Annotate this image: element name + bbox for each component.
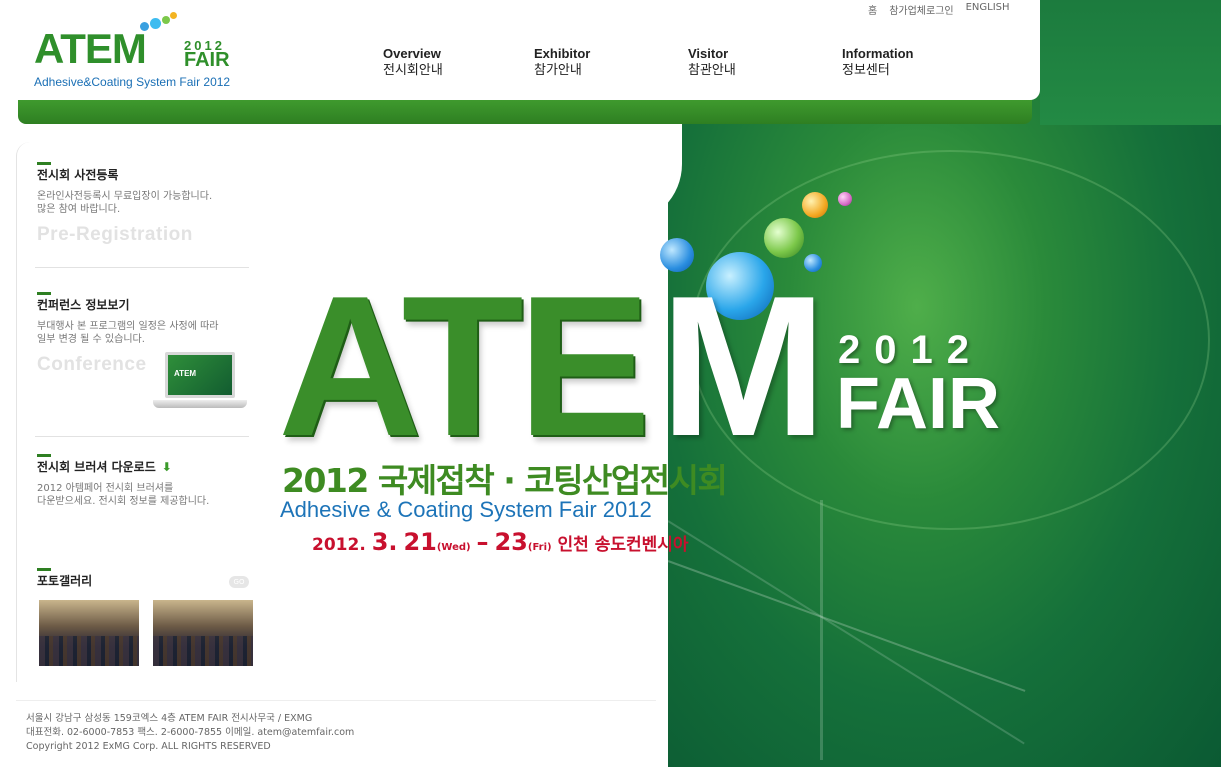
hero-brand-white: M: [660, 255, 827, 478]
desc-line: 다운받으세요. 전시회 정보를 제공합니다.: [37, 496, 210, 507]
gnb-information[interactable]: Information 정보센터: [842, 46, 914, 80]
sidebar: 전시회 사전등록 온라인사전등록시 무료입장이 가능합니다. 많은 참여 바랍니…: [16, 142, 253, 682]
utility-nav: 홈 참가업체로그인 ENGLISH: [868, 2, 1010, 17]
footer-copyright: Copyright 2012 ExMG Corp. ALL RIGHTS RES…: [26, 741, 271, 752]
gallery-thumbnail[interactable]: [153, 600, 253, 666]
date-start-day: 21: [403, 528, 437, 556]
desc-line: 많은 참여 바랍니다.: [37, 204, 121, 215]
laptop-image: ATEM: [153, 352, 249, 414]
hero-brand-green: ATE: [278, 255, 651, 478]
download-icon[interactable]: ⬇: [162, 460, 172, 474]
gnb-label-ko: 정보센터: [842, 63, 890, 78]
footer-contact: 대표전화. 02-6000-7853 팩스. 2-6000-7855 이메일. …: [26, 727, 355, 738]
logo-subtitle: Adhesive&Coating System Fair 2012: [34, 75, 231, 89]
date-month: 3.: [371, 528, 398, 556]
logo-fair: FAIR: [184, 49, 230, 71]
gnb-label-ko: 전시회안내: [383, 63, 443, 78]
date-venue: 인천 송도컨벤시아: [557, 535, 689, 555]
brochure-desc: 2012 아템페어 전시회 브러셔를 다운받으세요. 전시회 정보를 제공합니다…: [37, 482, 249, 508]
site-logo[interactable]: ATEM 2012 FAIR Adhesive&Coating System F…: [34, 12, 234, 92]
gnb-label-ko: 참관안내: [688, 63, 736, 78]
desc-line: 일부 변경 될 수 있습니다.: [37, 334, 145, 345]
brochure-block[interactable]: 전시회 브러셔 다운로드 ⬇ 2012 아템페어 전시회 브러셔를 다운받으세요.…: [37, 454, 249, 508]
date-start-dow: (Wed): [436, 542, 471, 553]
hero-background-top: [1040, 0, 1221, 125]
date-dash: –: [476, 528, 489, 556]
hero-date: 2012. 3. 21(Wed) – 23(Fri) 인천 송도컨벤시아: [312, 528, 689, 556]
hero-english-title: Adhesive & Coating System Fair 2012: [280, 497, 652, 522]
preregistration-desc: 온라인사전등록시 무료입장이 가능합니다. 많은 참여 바랍니다.: [37, 190, 249, 216]
gnb-label-en: Visitor: [688, 46, 729, 61]
hero-korean-title: 2012 국제접착 · 코팅산업전시회: [282, 461, 728, 500]
date-end-dow: (Fri): [527, 542, 552, 553]
molecule-logo-icon: [140, 12, 180, 32]
laptop-screen-text: ATEM: [174, 369, 197, 378]
gallery-title: 포토갤러리: [37, 568, 249, 588]
util-english-link[interactable]: ENGLISH: [966, 2, 1010, 17]
date-year: 2012.: [312, 535, 366, 555]
desc-line: 2012 아템페어 전시회 브러셔를: [37, 483, 174, 494]
gallery-thumbnail[interactable]: [39, 600, 139, 666]
divider: [35, 267, 249, 268]
site-header: ATEM 2012 FAIR Adhesive&Coating System F…: [0, 0, 1040, 100]
bridge-pylon: [820, 500, 823, 760]
brochure-title: 전시회 브러셔 다운로드 ⬇: [37, 454, 249, 474]
brochure-title-text: 전시회 브러셔 다운로드: [37, 460, 156, 474]
preregistration-en-label: Pre-Registration: [37, 224, 193, 245]
divider: [35, 436, 249, 437]
gnb-label-en: Information: [842, 46, 914, 61]
gnb-label-en: Overview: [383, 46, 441, 61]
gnb-label-ko: 참가안내: [534, 63, 582, 78]
gnb-overview[interactable]: Overview 전시회안내: [383, 46, 443, 80]
util-home-link[interactable]: 홈: [868, 2, 877, 17]
logo-brand: ATEM: [34, 25, 147, 72]
desc-line: 온라인사전등록시 무료입장이 가능합니다.: [37, 191, 213, 202]
date-end-day: 23: [494, 528, 528, 556]
gnb-exhibitor[interactable]: Exhibitor 참가안내: [534, 46, 590, 80]
conference-title: 컨퍼런스 정보보기: [37, 292, 249, 312]
gnb-visitor[interactable]: Visitor 참관안내: [688, 46, 736, 80]
preregistration-block[interactable]: 전시회 사전등록 온라인사전등록시 무료입장이 가능합니다. 많은 참여 바랍니…: [37, 162, 249, 246]
util-exhibitor-login-link[interactable]: 참가업체로그인: [889, 2, 953, 17]
header-green-bar: [18, 100, 1032, 124]
photo-gallery-header: 포토갤러리 GO: [37, 568, 249, 588]
hero-fair: FAIR: [836, 364, 1001, 444]
footer-address: 서울시 강남구 삼성동 159코엑스 4층 ATEM FAIR 전시사무국 / …: [26, 713, 313, 724]
gnb-label-en: Exhibitor: [534, 46, 591, 61]
desc-line: 부대행사 본 프로그램의 일정은 사정에 따라: [37, 321, 219, 332]
footer-divider: [16, 700, 656, 701]
conference-desc: 부대행사 본 프로그램의 일정은 사정에 따라 일부 변경 될 수 있습니다.: [37, 320, 249, 346]
preregistration-title: 전시회 사전등록: [37, 162, 249, 182]
site-footer: 서울시 강남구 삼성동 159코엑스 4층 ATEM FAIR 전시사무국 / …: [26, 712, 354, 754]
gallery-more-button[interactable]: GO: [229, 576, 249, 588]
